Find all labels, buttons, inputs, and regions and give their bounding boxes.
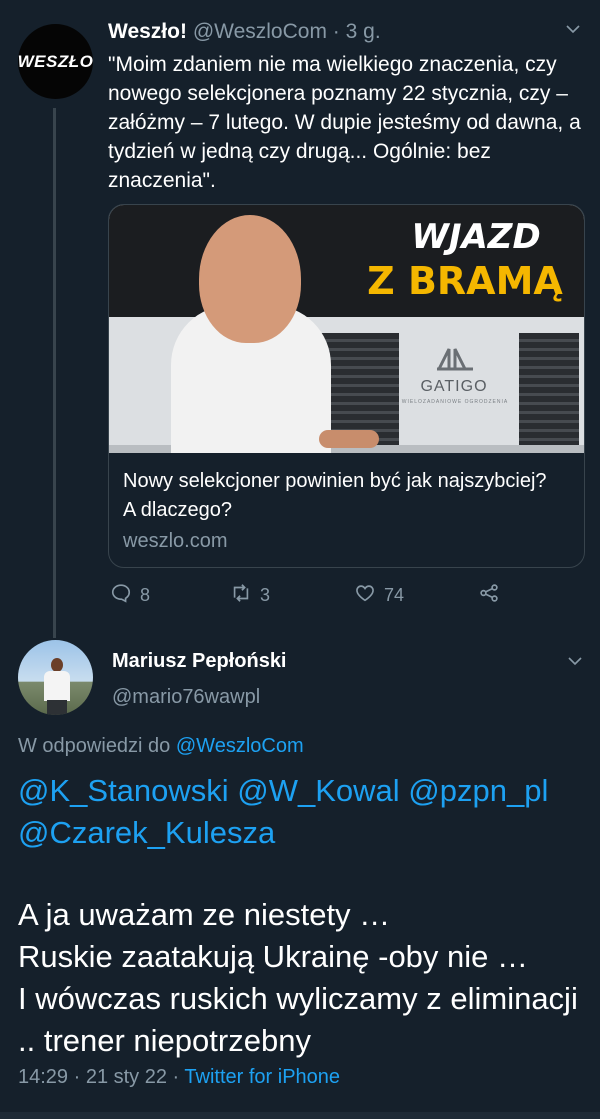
brand-tagline: WIELOZADANIOWE OGRODZENIA <box>401 399 509 405</box>
ad-heading-line1: WJAZD <box>411 217 541 257</box>
divider <box>0 1112 600 1119</box>
chevron-down-icon[interactable] <box>564 20 582 43</box>
weszlo-avatar[interactable]: WESZŁO <box>18 24 93 99</box>
retweet-icon <box>230 582 252 609</box>
retweet-button[interactable]: 3 <box>230 582 270 609</box>
person-head <box>199 215 301 343</box>
tweet-source-link[interactable]: Twitter for iPhone <box>184 1066 340 1088</box>
tweet1-text: "Moim zdaniem nie ma wielkiego znaczenia… <box>108 53 581 192</box>
tweet-time[interactable]: 3 g. <box>346 20 381 43</box>
retweet-count: 3 <box>260 585 271 605</box>
like-icon <box>354 582 376 609</box>
author-name[interactable]: Mariusz Pepłoński <box>112 650 287 673</box>
author-name[interactable]: Weszło! <box>108 20 187 43</box>
link-card-title: Nowy selekcjoner powinien być jak najszy… <box>123 470 547 521</box>
reply-button[interactable]: 8 <box>110 582 150 609</box>
person-arm <box>319 430 379 448</box>
reply-context: W odpowiedzi do @WeszloCom <box>18 735 304 758</box>
share-button[interactable] <box>478 582 500 609</box>
tweet1-actions: 8 3 74 <box>108 582 508 610</box>
reply-icon <box>110 582 132 609</box>
mario-avatar[interactable] <box>18 640 93 715</box>
meta-separator: · <box>332 20 340 43</box>
tweet1-header: Weszło! @WeszloCom · 3 g. <box>108 20 381 44</box>
chevron-down-icon[interactable] <box>566 652 584 675</box>
author-handle[interactable]: @mario76wawpl <box>112 686 260 709</box>
like-button[interactable]: 74 <box>354 582 404 609</box>
link-card[interactable]: WJAZD Z BRAMĄ GATIGO WIELOZADANIOWE OGRO… <box>108 204 585 568</box>
tweet-meta: 14:29 · 21 sty 22 · Twitter for iPhone <box>18 1066 340 1089</box>
author-handle[interactable]: @WeszloCom <box>193 20 327 43</box>
fence-panel <box>339 333 399 445</box>
tweet-timestamp[interactable]: 14:29 · 21 sty 22 · <box>18 1066 179 1088</box>
tweet2-text: A ja uważam ze niestety … Ruskie zaataku… <box>18 897 578 1058</box>
share-icon <box>478 582 500 609</box>
mention-links[interactable]: @K_Stanowski @W_Kowal @pzpn_pl @Czarek_K… <box>18 770 588 854</box>
ad-heading-line2: Z BRAMĄ <box>367 259 563 303</box>
link-card-image: WJAZD Z BRAMĄ GATIGO WIELOZADANIOWE OGRO… <box>109 205 584 453</box>
link-card-domain: weszlo.com <box>123 530 228 552</box>
avatar-logo-text: WESZŁO <box>18 51 93 71</box>
brand-name: GATIGO <box>420 378 488 395</box>
reply-to-link[interactable]: @WeszloCom <box>176 735 304 757</box>
reply-prefix: W odpowiedzi do <box>18 735 171 757</box>
thread-connector-line <box>53 108 56 638</box>
gatigo-logo-icon <box>425 345 485 378</box>
reply-count: 8 <box>140 585 151 605</box>
like-count: 74 <box>384 585 405 605</box>
fence-panel <box>519 333 579 445</box>
